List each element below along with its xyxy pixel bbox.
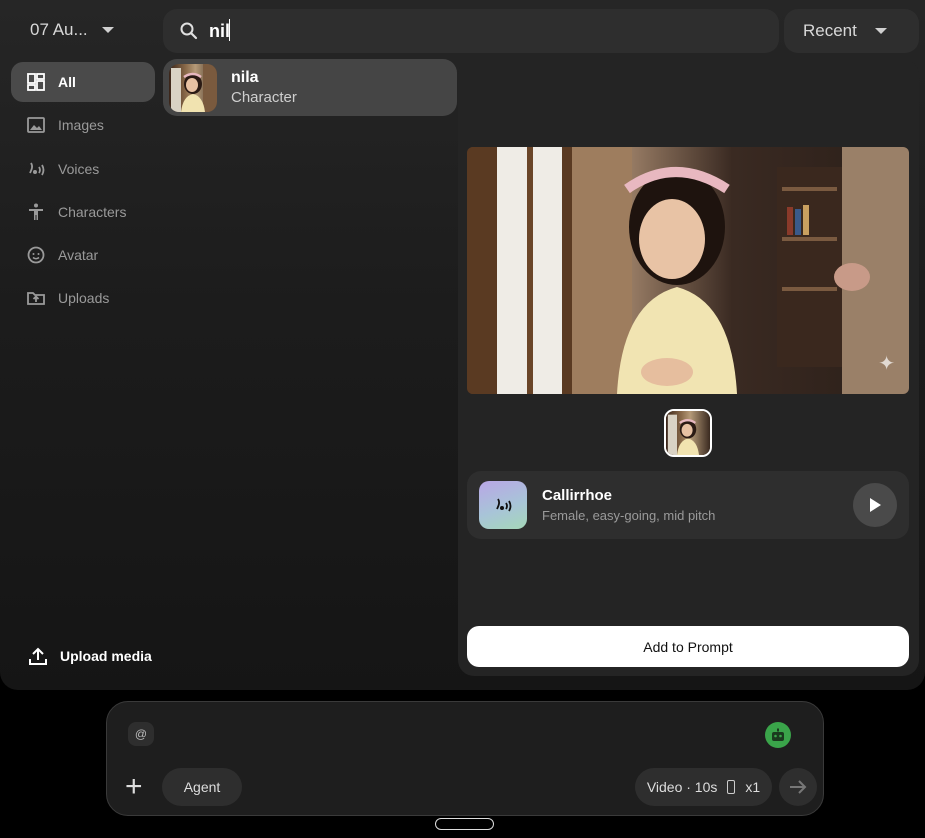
sort-label: Recent	[803, 21, 857, 40]
result-type: Character	[231, 89, 297, 106]
image-icon	[27, 117, 45, 134]
voice-name: Callirrhoe	[542, 487, 613, 504]
play-icon	[870, 498, 881, 512]
sidebar-nav: All Images Voices Characters Avatar Uplo…	[11, 62, 155, 322]
date-label: 07 Au...	[30, 20, 88, 39]
video-settings-button[interactable]: Video · 10s x1	[635, 768, 772, 806]
home-indicator	[435, 818, 494, 830]
upload-label: Upload media	[60, 648, 152, 664]
aspect-ratio-icon	[727, 780, 736, 794]
agent-button[interactable]: Agent	[162, 768, 242, 806]
send-button[interactable]	[779, 768, 817, 806]
voice-card[interactable]: Callirrhoe Female, easy-going, mid pitch	[467, 471, 909, 539]
text-cursor	[229, 19, 230, 41]
preview-pane: ✦ Callirrhoe Female, easy-going, mid pit…	[458, 59, 919, 676]
add-icon[interactable]: +	[125, 772, 143, 802]
sidebar-item-all[interactable]: All	[11, 62, 155, 102]
result-text: nila Character	[231, 69, 297, 106]
add-to-prompt-button[interactable]: Add to Prompt	[467, 626, 909, 667]
count-label: x1	[745, 779, 761, 795]
sidebar-item-label: All	[58, 74, 76, 90]
search-result-item[interactable]: nila Character	[163, 59, 457, 116]
sidebar-item-voices[interactable]: Voices	[11, 149, 155, 189]
date-dropdown[interactable]: 07 Au...	[30, 20, 114, 40]
sidebar-item-label: Images	[58, 117, 104, 134]
search-bar[interactable]	[163, 9, 779, 53]
chevron-down-icon	[101, 27, 114, 33]
media-panel: 07 Au... Recent All Im	[0, 0, 925, 690]
sidebar-item-label: Avatar	[58, 247, 99, 264]
play-button[interactable]	[853, 483, 897, 527]
preview-thumbnail[interactable]	[664, 409, 712, 457]
sidebar-item-label: Voices	[58, 160, 100, 177]
robot-icon[interactable]	[765, 722, 791, 748]
sidebar-item-characters[interactable]: Characters	[11, 192, 155, 232]
voice-description: Female, easy-going, mid pitch	[542, 508, 716, 523]
upload-media-button[interactable]: Upload media	[28, 646, 152, 666]
chevron-down-icon	[874, 28, 887, 34]
search-icon	[180, 22, 198, 40]
person-icon	[29, 203, 43, 220]
folder-upload-icon	[27, 292, 45, 306]
video-label: Video · 10s	[646, 779, 718, 795]
upload-icon	[29, 647, 47, 665]
voice-icon	[29, 162, 45, 176]
arrow-right-icon	[790, 780, 807, 794]
sidebar-item-label: Characters	[58, 203, 127, 220]
sort-dropdown[interactable]: Recent	[784, 9, 919, 53]
voice-avatar-icon	[479, 481, 527, 529]
sparkle-icon: ✦	[878, 353, 895, 375]
prompt-composer: @ + Agent Video · 10s x1	[106, 701, 824, 816]
search-input[interactable]	[209, 20, 709, 42]
sidebar-item-uploads[interactable]: Uploads	[11, 278, 155, 318]
sidebar-item-images[interactable]: Images	[11, 105, 155, 145]
grid-icon	[27, 73, 45, 91]
character-thumbnail	[169, 63, 217, 112]
preview-image[interactable]: ✦	[467, 147, 909, 394]
face-icon	[27, 246, 45, 264]
voice-text: Callirrhoe Female, easy-going, mid pitch	[542, 487, 715, 523]
mention-button[interactable]: @	[128, 722, 154, 746]
sidebar-item-label: Uploads	[58, 290, 110, 307]
result-name: nila	[231, 69, 259, 86]
sidebar-item-avatar[interactable]: Avatar	[11, 235, 155, 275]
